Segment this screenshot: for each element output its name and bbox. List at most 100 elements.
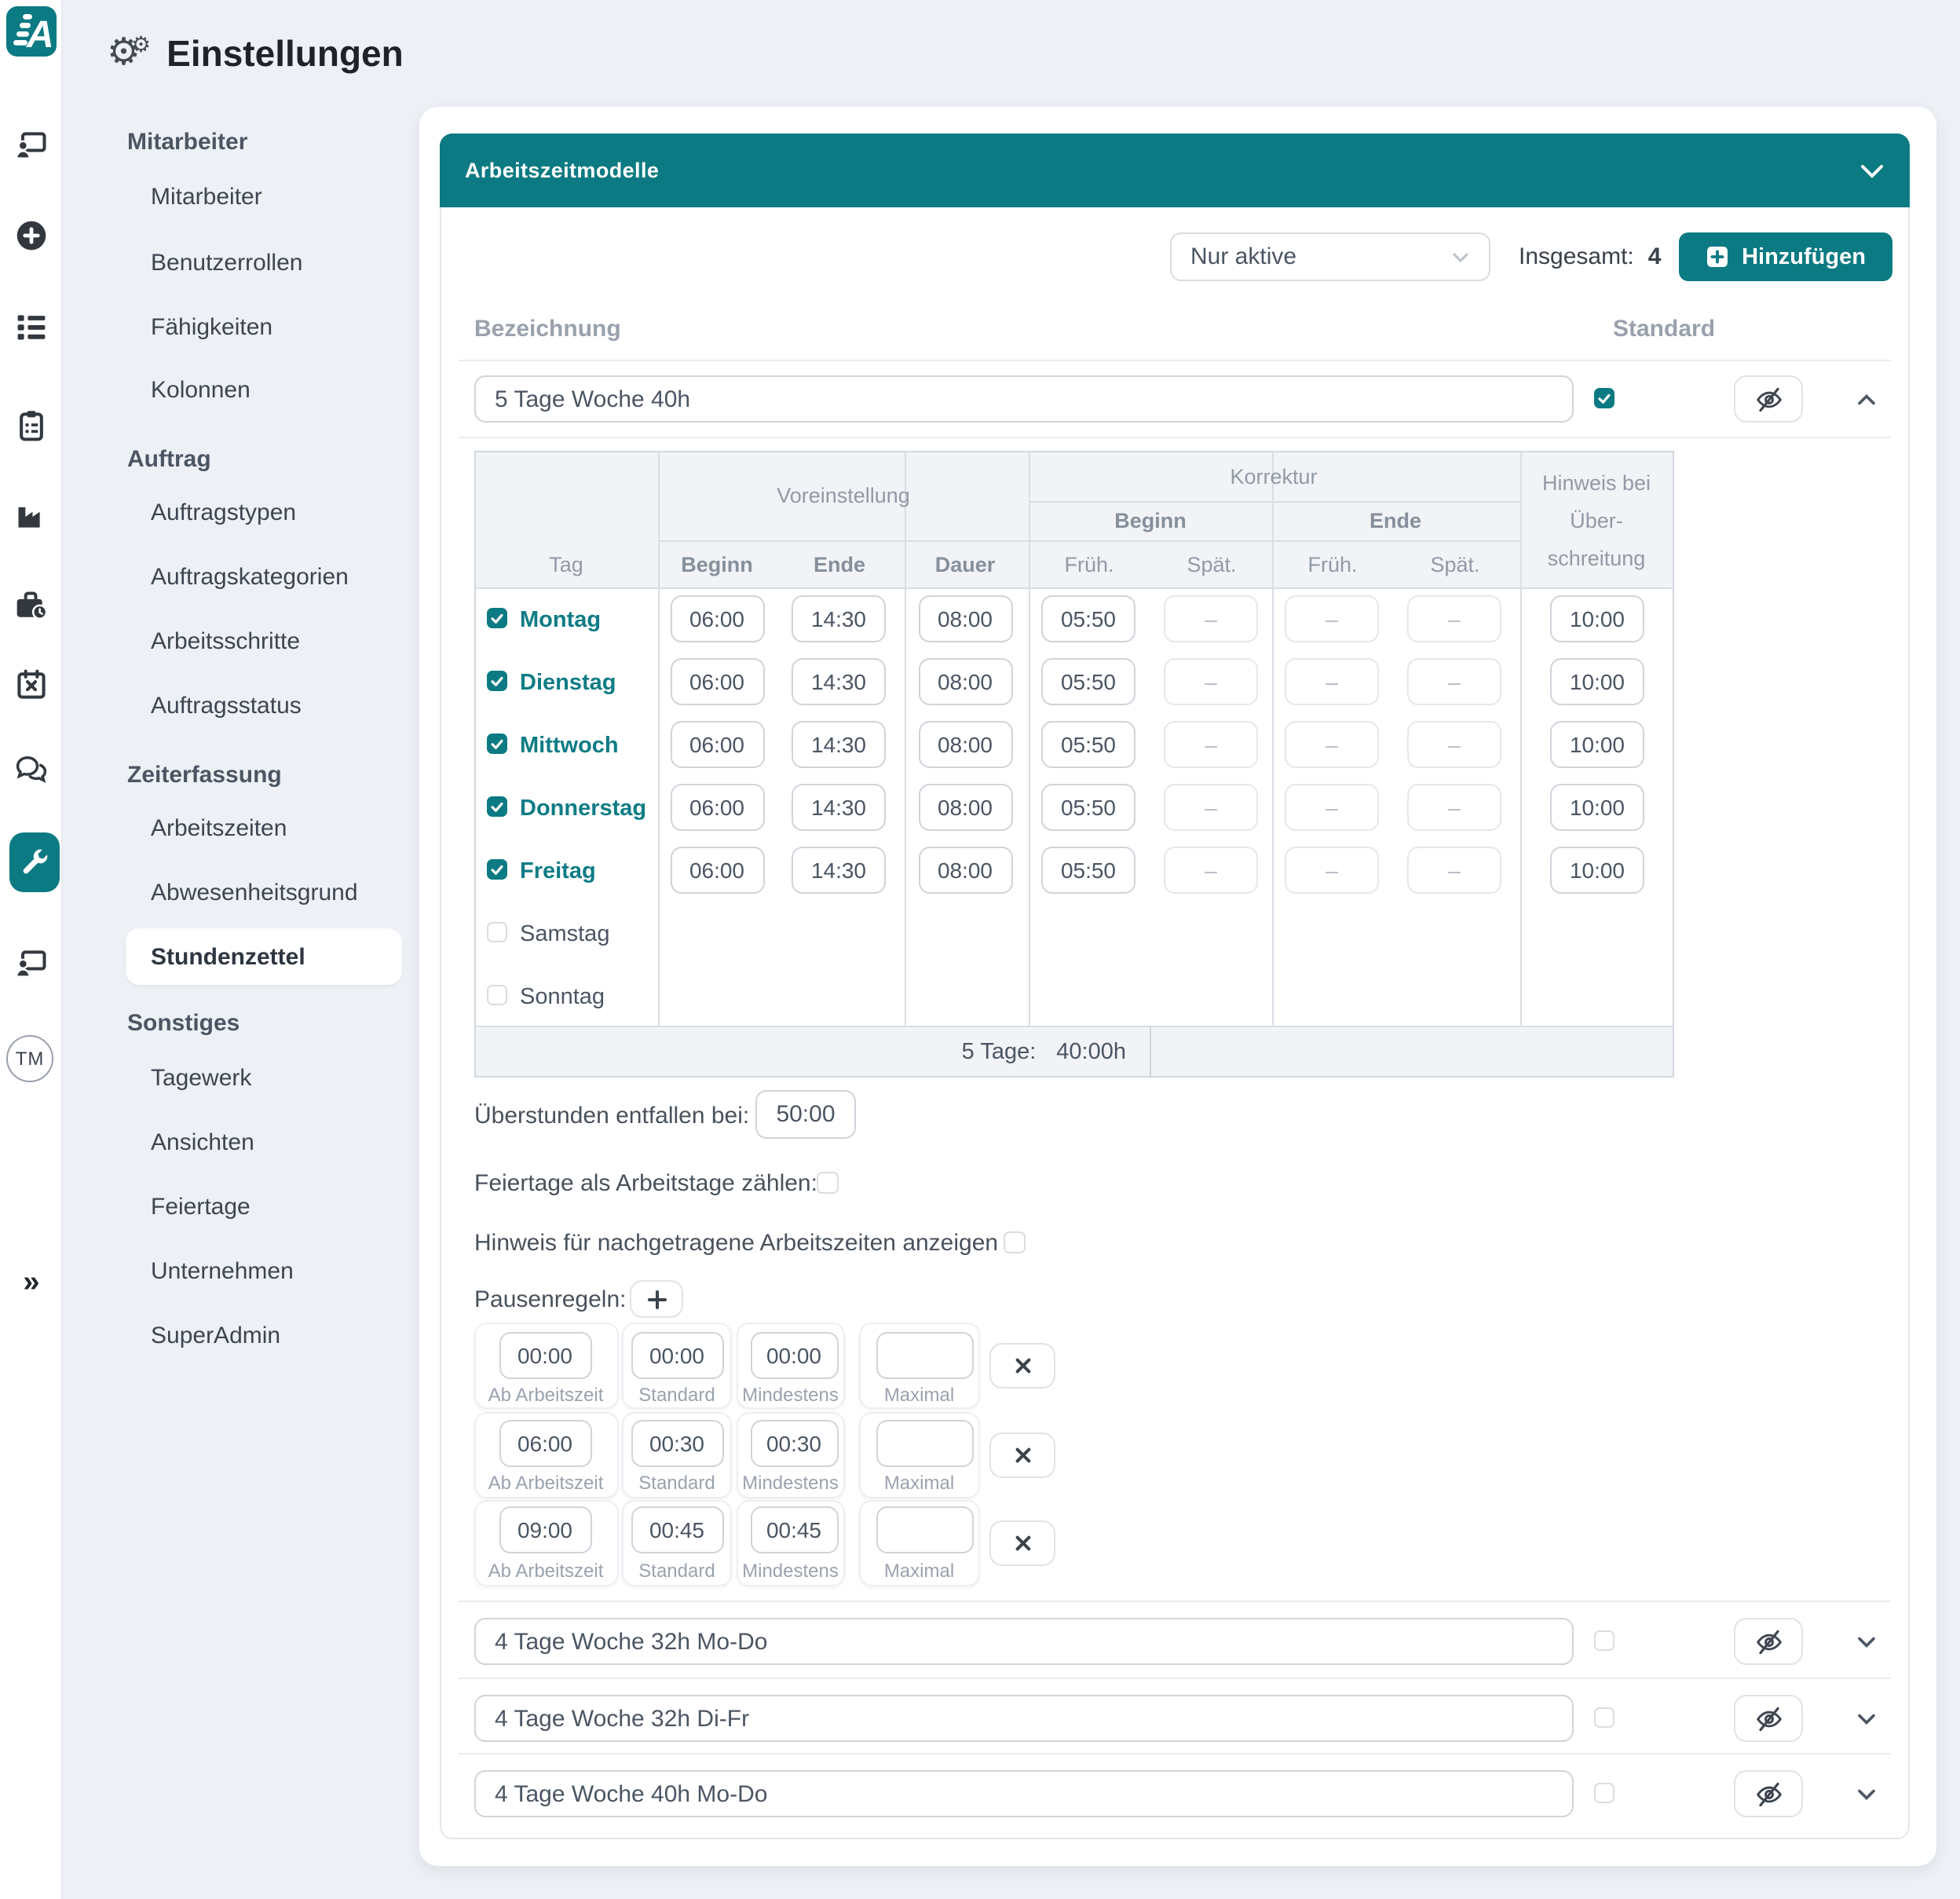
list-icon[interactable] xyxy=(14,309,49,344)
expand-row-button[interactable] xyxy=(1855,1707,1877,1729)
comments-icon[interactable] xyxy=(14,752,49,787)
dauer-input[interactable] xyxy=(918,784,1012,831)
delete-pause-rule-button[interactable] xyxy=(989,1343,1055,1389)
pause-maximal-input[interactable] xyxy=(876,1331,973,1378)
sidebar-item-arbeitsschritte[interactable]: Arbeitsschritte xyxy=(151,628,300,655)
overtime-input[interactable] xyxy=(755,1090,856,1139)
chevron-down-icon[interactable] xyxy=(1859,163,1885,178)
ende-input[interactable] xyxy=(792,721,886,768)
korrektur-ende-spaet-input[interactable] xyxy=(1407,847,1501,894)
calendar-x-icon[interactable] xyxy=(14,668,49,702)
sidebar-item-abwesenheitsgrund[interactable]: Abwesenheitsgrund xyxy=(151,880,358,906)
dauer-input[interactable] xyxy=(918,595,1012,642)
standard-checkbox[interactable] xyxy=(1594,1783,1614,1803)
model-name-input[interactable] xyxy=(474,1695,1574,1742)
sidebar-item-ansichten[interactable]: Ansichten xyxy=(151,1129,254,1156)
korrektur-beginn-spaet-input[interactable] xyxy=(1164,658,1258,705)
sidebar-item-tagewerk[interactable]: Tagewerk xyxy=(151,1065,251,1092)
model-name-input[interactable] xyxy=(474,1770,1574,1817)
sidebar-item-unternehmen[interactable]: Unternehmen xyxy=(151,1258,294,1285)
pause-maximal-input[interactable] xyxy=(876,1506,973,1553)
sidebar-item-benutzerrollen[interactable]: Benutzerrollen xyxy=(151,250,302,276)
employees-board-icon-2[interactable] xyxy=(14,947,49,982)
sidebar-item-auftragstypen[interactable]: Auftragstypen xyxy=(151,499,296,526)
day-checkbox-dienstag[interactable] xyxy=(487,671,507,691)
pause-ab-input[interactable] xyxy=(499,1331,591,1378)
korrektur-beginn-spaet-input[interactable] xyxy=(1164,784,1258,831)
holidays-checkbox[interactable] xyxy=(817,1172,839,1194)
korrektur-beginn-frueh-input[interactable] xyxy=(1041,658,1135,705)
day-checkbox-freitag[interactable] xyxy=(487,859,507,880)
dauer-input[interactable] xyxy=(918,847,1012,894)
sidebar-section-auftrag[interactable]: Auftrag xyxy=(127,446,404,473)
sidebar-item-arbeitszeiten[interactable]: Arbeitszeiten xyxy=(151,815,287,842)
korrektur-beginn-spaet-input[interactable] xyxy=(1164,847,1258,894)
pause-ab-input[interactable] xyxy=(499,1419,591,1466)
clipboard-list-icon[interactable] xyxy=(14,408,49,443)
sidebar-item-feiertage[interactable]: Feiertage xyxy=(151,1194,250,1220)
hinweis-input[interactable] xyxy=(1550,658,1644,705)
beginn-input[interactable] xyxy=(670,721,764,768)
day-checkbox-mittwoch[interactable] xyxy=(487,734,507,754)
hide-model-button[interactable] xyxy=(1734,1695,1803,1742)
hide-model-button[interactable] xyxy=(1734,1618,1803,1665)
delete-pause-rule-button[interactable] xyxy=(989,1432,1055,1477)
late-entry-checkbox[interactable] xyxy=(1004,1231,1026,1253)
active-filter-select[interactable]: Nur aktive xyxy=(1170,232,1490,281)
add-button[interactable]: Hinzufügen xyxy=(1679,232,1892,281)
sidebar-item-superadmin[interactable]: SuperAdmin xyxy=(151,1323,280,1349)
korrektur-beginn-frueh-input[interactable] xyxy=(1041,784,1135,831)
model-name-input[interactable] xyxy=(474,1618,1574,1665)
sidebar-item-mitarbeiter[interactable]: Mitarbeiter xyxy=(151,184,262,210)
korrektur-ende-spaet-input[interactable] xyxy=(1407,784,1501,831)
model-name-input[interactable] xyxy=(474,375,1574,423)
korrektur-beginn-frueh-input[interactable] xyxy=(1041,721,1135,768)
sidebar-item-faehigkeiten[interactable]: Fähigkeiten xyxy=(151,314,272,341)
pause-standard-input[interactable] xyxy=(631,1506,723,1553)
pause-mindestens-input[interactable] xyxy=(750,1506,838,1553)
collapse-row-button[interactable] xyxy=(1855,388,1877,410)
settings-rail-item-active[interactable] xyxy=(9,832,60,892)
sidebar-item-auftragskategorien[interactable]: Auftragskategorien xyxy=(151,564,349,591)
korrektur-beginn-spaet-input[interactable] xyxy=(1164,595,1258,642)
standard-checkbox[interactable] xyxy=(1594,1707,1614,1728)
korrektur-ende-frueh-input[interactable] xyxy=(1285,784,1379,831)
beginn-input[interactable] xyxy=(670,847,764,894)
ende-input[interactable] xyxy=(792,595,886,642)
standard-checkbox[interactable] xyxy=(1594,1630,1614,1651)
korrektur-ende-frueh-input[interactable] xyxy=(1285,847,1379,894)
briefcase-clock-icon[interactable] xyxy=(14,589,49,624)
hinweis-input[interactable] xyxy=(1550,847,1644,894)
korrektur-ende-frueh-input[interactable] xyxy=(1285,721,1379,768)
sidebar-section-mitarbeiter[interactable]: Mitarbeiter xyxy=(127,129,404,156)
hide-model-button[interactable] xyxy=(1734,1770,1803,1817)
collapse-rail-button[interactable]: » xyxy=(0,1263,63,1304)
dauer-input[interactable] xyxy=(918,658,1012,705)
korrektur-ende-spaet-input[interactable] xyxy=(1407,721,1501,768)
beginn-input[interactable] xyxy=(670,784,764,831)
day-checkbox-montag[interactable] xyxy=(487,608,507,628)
hinweis-input[interactable] xyxy=(1550,784,1644,831)
korrektur-ende-frueh-input[interactable] xyxy=(1285,658,1379,705)
sidebar-section-zeiterfassung[interactable]: Zeiterfassung xyxy=(127,762,404,789)
korrektur-beginn-spaet-input[interactable] xyxy=(1164,721,1258,768)
hide-model-button[interactable] xyxy=(1734,375,1803,423)
add-pause-rule-button[interactable] xyxy=(630,1280,683,1318)
pause-standard-input[interactable] xyxy=(631,1419,723,1466)
delete-pause-rule-button[interactable] xyxy=(989,1520,1055,1565)
pause-mindestens-input[interactable] xyxy=(750,1419,838,1466)
sidebar-section-sonstiges[interactable]: Sonstiges xyxy=(127,1010,404,1037)
korrektur-ende-spaet-input[interactable] xyxy=(1407,658,1501,705)
pause-mindestens-input[interactable] xyxy=(750,1331,838,1378)
day-checkbox-sonntag[interactable] xyxy=(487,985,507,1005)
hinweis-input[interactable] xyxy=(1550,595,1644,642)
day-checkbox-samstag[interactable] xyxy=(487,922,507,942)
dauer-input[interactable] xyxy=(918,721,1012,768)
expand-row-button[interactable] xyxy=(1855,1630,1877,1652)
standard-checkbox-checked[interactable] xyxy=(1594,388,1614,408)
employees-board-icon[interactable] xyxy=(14,129,49,163)
korrektur-ende-spaet-input[interactable] xyxy=(1407,595,1501,642)
korrektur-beginn-frueh-input[interactable] xyxy=(1041,847,1135,894)
pause-ab-input[interactable] xyxy=(499,1506,591,1553)
add-icon[interactable] xyxy=(14,218,49,253)
